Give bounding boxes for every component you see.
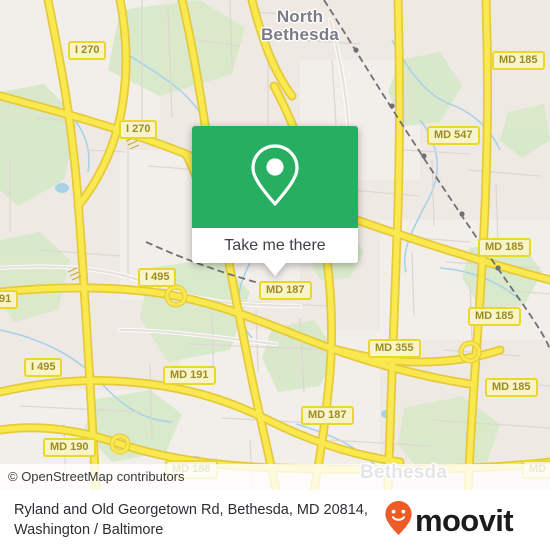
road-shield-i-270-north: I 270 [68,41,107,60]
road-shield-md-185-right-upper: MD 185 [478,238,531,257]
road-shield-md-187-lower: MD 187 [301,406,354,425]
road-shield-md-185-top-right: MD 185 [492,51,545,70]
road-shield-md-185-right-mid: MD 185 [468,307,521,326]
map-attribution: © OpenStreetMap contributors [0,464,550,490]
map-screenshot: North Bethesda Bethesda I 270 MD 185 I 2… [0,0,550,550]
road-shield-i-495-lower: I 495 [24,358,63,377]
location-pin-icon [249,142,301,213]
road-shield-md-191-left-edge: 91 [0,290,19,309]
road-shield-md-187-upper: MD 187 [259,281,312,300]
road-shield-md-185-right-lower: MD 185 [485,378,538,397]
take-me-there-label[interactable]: Take me there [224,237,325,255]
attribution-text: © OpenStreetMap contributors [8,469,185,484]
popup-footer[interactable]: Take me there [192,228,358,263]
road-shield-md-547: MD 547 [427,126,480,145]
moovit-wordmark: moovit [415,502,514,538]
moovit-pin-icon [384,500,413,541]
road-shield-md-191: MD 191 [163,366,216,385]
popup-pointer-tail [264,263,286,276]
road-shield-md-355: MD 355 [368,339,421,358]
location-popup-card[interactable]: Take me there [192,126,358,276]
moovit-logo[interactable]: moovit [384,500,514,541]
road-shield-i-270-mid: I 270 [119,120,158,139]
road-shield-i-495-upper: I 495 [138,268,177,287]
popup-header [192,126,358,228]
road-shield-md-190: MD 190 [43,438,96,457]
map-canvas[interactable]: North Bethesda Bethesda I 270 MD 185 I 2… [0,0,550,490]
page-footer: Ryland and Old Georgetown Rd, Bethesda, … [0,490,550,550]
location-address: Ryland and Old Georgetown Rd, Bethesda, … [14,502,368,538]
